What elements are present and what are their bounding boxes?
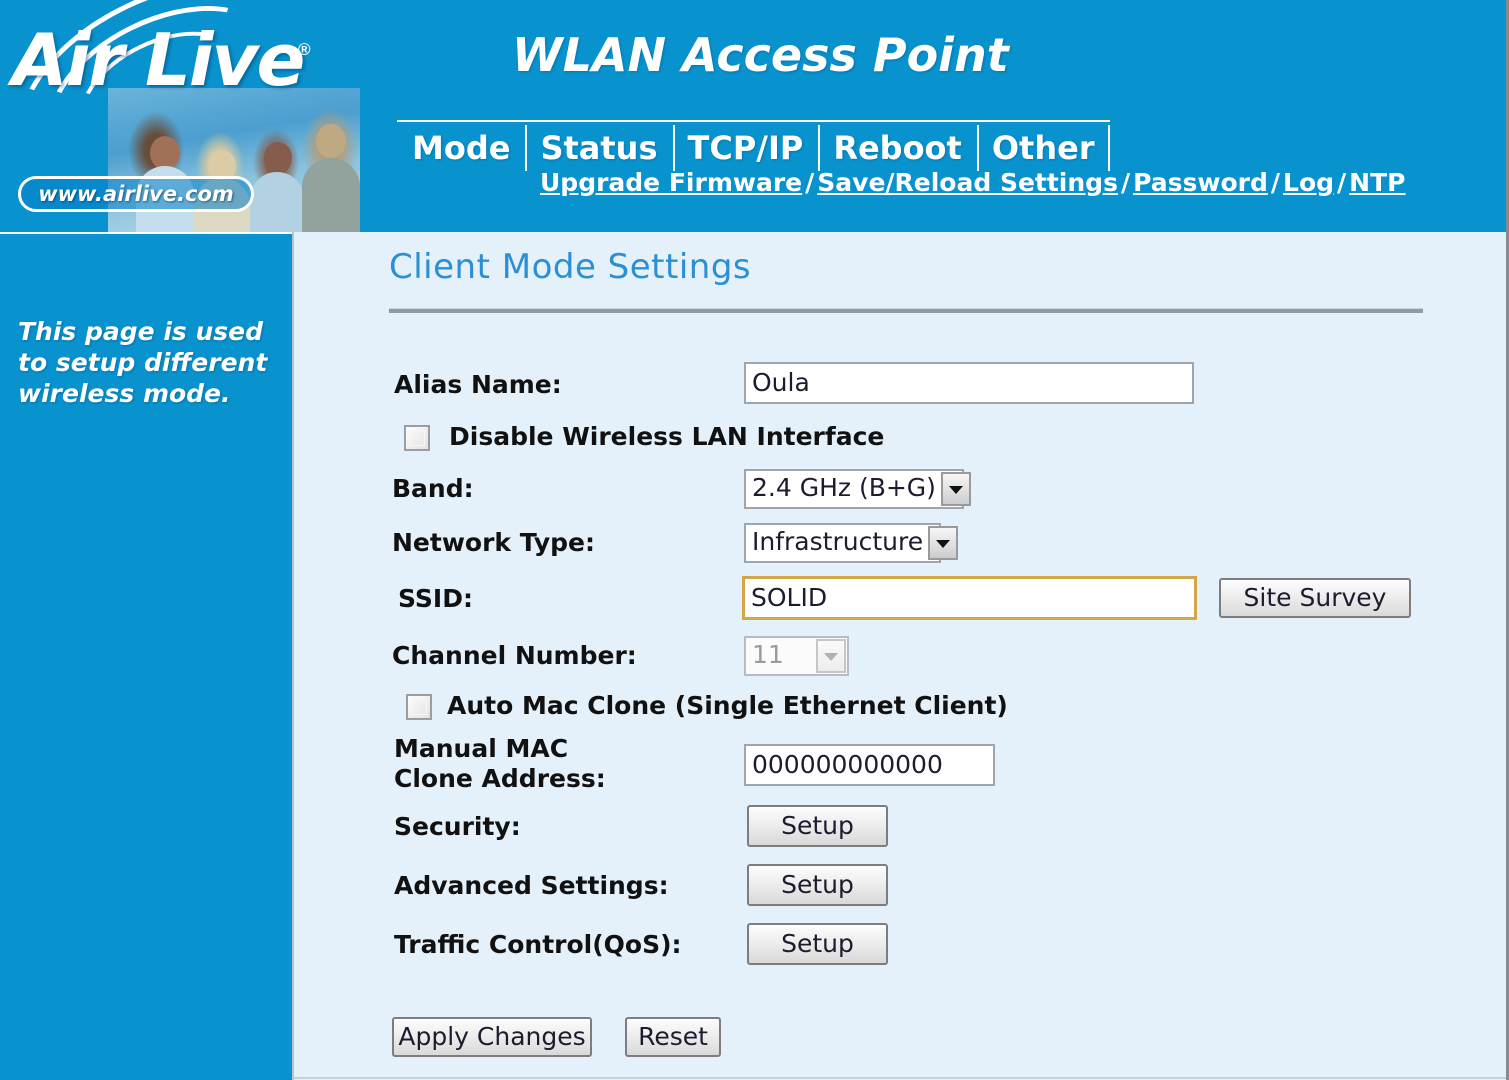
website-url: www.airlive.com	[38, 182, 234, 206]
auto-mac-clone-label: Auto Mac Clone (Single Ethernet Client)	[447, 691, 1008, 720]
person-head	[316, 124, 346, 158]
channel-number-label: Channel Number:	[392, 641, 637, 670]
person-4	[302, 124, 360, 232]
registered-mark: ®	[298, 40, 311, 59]
ssid-label: SSID:	[398, 584, 473, 613]
tab-other[interactable]: Other	[976, 123, 1110, 173]
channel-number-select[interactable]: 11	[744, 636, 849, 676]
person-head	[264, 142, 292, 174]
site-survey-button[interactable]: Site Survey	[1219, 578, 1411, 618]
disable-wlan-checkbox[interactable]	[404, 425, 430, 451]
ssid-input[interactable]: SOLID	[742, 576, 1197, 620]
chevron-down-icon[interactable]	[928, 526, 959, 560]
tab-reboot[interactable]: Reboot	[818, 123, 977, 173]
tab-status[interactable]: Status	[525, 123, 672, 173]
subnav-separator: /	[805, 168, 815, 197]
band-label: Band:	[392, 474, 474, 503]
manual-mac-input[interactable]: 000000000000	[744, 744, 995, 786]
browser-page: Air Live ® www.airlive.com WLAN Access P…	[0, 0, 1509, 1080]
tab-tcpip[interactable]: TCP/IP	[672, 123, 819, 173]
airlive-wordmark: Air Live	[12, 18, 305, 102]
subnav-separator: /	[1337, 168, 1347, 197]
alias-name-input[interactable]: Oula	[744, 362, 1194, 404]
manual-mac-label: Manual MAC Clone Address:	[394, 734, 606, 793]
subnav-link-log[interactable]: Log	[1283, 168, 1334, 197]
band-select[interactable]: 2.4 GHz (B+G)	[744, 469, 971, 509]
security-label: Security:	[394, 812, 521, 841]
content-bottom-divider	[294, 1077, 1506, 1079]
title-divider	[389, 308, 1423, 313]
auto-mac-clone-checkbox[interactable]	[406, 694, 432, 720]
website-pill[interactable]: www.airlive.com	[18, 176, 254, 212]
main-content: Client Mode Settings Alias Name: Oula Di…	[292, 232, 1506, 1080]
subnav-separator: /	[1120, 168, 1131, 197]
band-select-value: 2.4 GHz (B+G)	[752, 473, 936, 502]
network-type-label: Network Type:	[392, 528, 595, 557]
traffic-control-label: Traffic Control(QoS):	[394, 930, 682, 959]
traffic-control-setup-button[interactable]: Setup	[747, 923, 888, 965]
airlive-logo[interactable]: Air Live ® www.airlive.com	[0, 0, 360, 232]
chevron-down-icon[interactable]	[940, 472, 971, 506]
alias-name-label: Alias Name:	[394, 370, 562, 399]
subnav-link-password[interactable]: Password	[1133, 168, 1268, 197]
sidebar-help-text: This page is used to setup different wir…	[18, 317, 268, 408]
person-body	[302, 158, 360, 232]
network-type-select-value: Infrastructure	[752, 527, 924, 556]
advanced-settings-setup-button[interactable]: Setup	[747, 864, 888, 906]
apply-changes-button[interactable]: Apply Changes	[392, 1017, 592, 1057]
channel-number-select-value: 11	[752, 640, 784, 669]
subnav-link-save-reload-settings[interactable]: Save/Reload Settings	[817, 168, 1118, 197]
person-body	[250, 172, 304, 232]
tab-mode[interactable]: Mode	[397, 123, 525, 173]
page-header: Air Live ® www.airlive.com WLAN Access P…	[0, 0, 1506, 232]
main-nav-tabs: Mode Status TCP/IP Reboot Other	[397, 120, 1110, 174]
person-head	[150, 136, 180, 170]
subnav-link-ntp[interactable]: NTP	[1349, 168, 1405, 197]
disable-wlan-label: Disable Wireless LAN Interface	[449, 422, 885, 451]
subnav-separator: /	[1270, 168, 1281, 197]
advanced-settings-label: Advanced Settings:	[394, 871, 669, 900]
network-type-select[interactable]: Infrastructure	[744, 523, 959, 563]
security-setup-button[interactable]: Setup	[747, 805, 888, 847]
product-title: WLAN Access Point	[512, 28, 1009, 82]
person-3	[250, 140, 306, 232]
reset-button[interactable]: Reset	[625, 1017, 721, 1057]
left-sidebar: This page is used to setup different wir…	[0, 232, 292, 1080]
page-title: Client Mode Settings	[389, 247, 752, 287]
chevron-down-icon[interactable]	[816, 639, 846, 673]
subnav-link-upgrade-firmware[interactable]: Upgrade Firmware	[540, 168, 802, 197]
sub-nav-links: Upgrade Firmware / Save/Reload Settings / Pa…	[540, 168, 1405, 197]
